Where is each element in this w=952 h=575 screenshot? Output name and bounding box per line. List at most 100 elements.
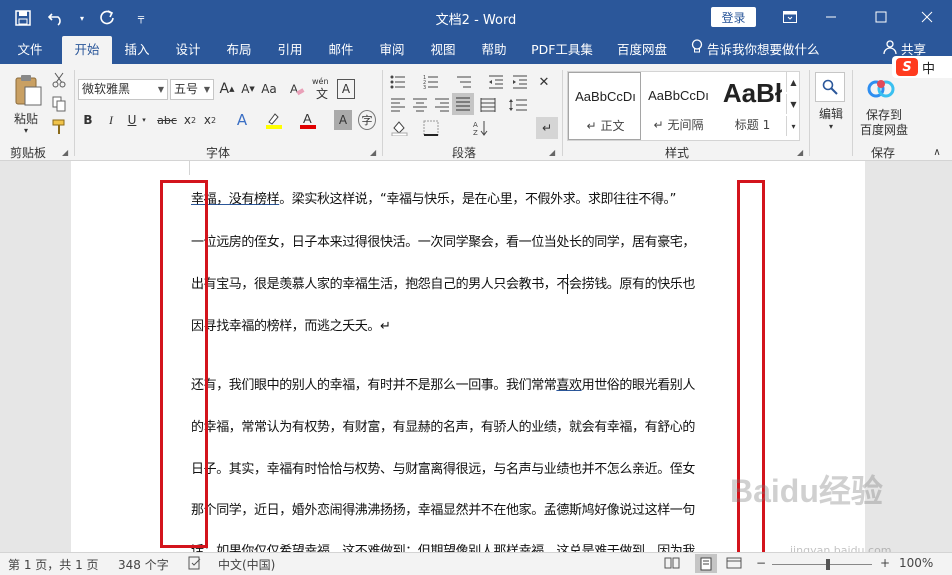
highlight-icon[interactable] bbox=[264, 110, 284, 130]
styles-scroll-up-icon[interactable]: ▲ bbox=[786, 72, 800, 92]
undo-icon[interactable] bbox=[42, 6, 72, 30]
font-name-combo[interactable]: 微软雅黑 ▼ bbox=[78, 79, 168, 100]
web-layout-icon[interactable] bbox=[726, 556, 742, 573]
tab-view[interactable]: 视图 bbox=[420, 36, 466, 64]
vertical-scrollbar[interactable] bbox=[935, 161, 952, 552]
zoom-slider-thumb[interactable] bbox=[826, 559, 830, 570]
borders-icon[interactable] bbox=[420, 118, 442, 138]
text-line[interactable]: 幸福，没有榜样。梁实秋这样说，“幸福与快乐，是在心里，不假外求。求即往往不得。” bbox=[191, 191, 747, 209]
paste-icon[interactable] bbox=[8, 68, 48, 112]
editing-label[interactable]: 编辑 bbox=[814, 105, 848, 121]
ime-indicator[interactable]: S 中 bbox=[892, 56, 952, 78]
character-border-button[interactable]: A bbox=[337, 79, 355, 99]
text-effects-icon[interactable]: A bbox=[232, 110, 252, 130]
decrease-indent-icon[interactable] bbox=[486, 72, 506, 92]
strikethrough-button[interactable]: abc bbox=[156, 110, 178, 130]
underline-button[interactable]: U bbox=[124, 110, 140, 130]
page-count[interactable]: 第 1 页，共 1 页 bbox=[8, 556, 99, 573]
subscript-button[interactable]: x2 bbox=[182, 110, 198, 130]
search-icon[interactable] bbox=[815, 72, 845, 102]
chinese-layout-icon[interactable]: ✕ bbox=[534, 72, 554, 92]
tab-home[interactable]: 开始 bbox=[62, 36, 112, 64]
font-size-combo[interactable]: 五号 ▼ bbox=[170, 79, 214, 100]
read-mode-icon[interactable] bbox=[664, 556, 680, 573]
tell-me-search[interactable]: 告诉我你想要做什么 bbox=[691, 36, 820, 64]
ribbon-display-icon[interactable] bbox=[767, 0, 813, 34]
tab-references[interactable]: 引用 bbox=[267, 36, 313, 64]
font-color-icon[interactable]: A bbox=[298, 110, 318, 130]
format-painter-icon[interactable] bbox=[48, 117, 70, 137]
login-button[interactable]: 登录 bbox=[711, 7, 756, 27]
bold-button[interactable]: B bbox=[80, 110, 96, 130]
language-indicator[interactable]: 中文(中国) bbox=[218, 556, 275, 573]
text-line[interactable]: 那个同学，近日，婚外恋闹得沸沸扬扬，幸福显然并不在他家。孟德斯鸠好像说过这样一句 bbox=[191, 502, 747, 520]
numbering-icon[interactable]: 123 bbox=[421, 72, 441, 92]
clear-format-icon[interactable]: A bbox=[288, 79, 306, 99]
align-center-icon[interactable] bbox=[410, 95, 430, 115]
text-line[interactable]: 因寻找幸福的榜样，而逃之夭夭。↵ bbox=[191, 318, 747, 336]
sort-icon[interactable]: AZ bbox=[470, 118, 492, 138]
character-shading-button[interactable]: A bbox=[334, 110, 352, 130]
chevron-down-icon[interactable]: ▾ bbox=[8, 124, 44, 136]
customize-icon[interactable]: ╤ bbox=[126, 6, 156, 30]
maximize-icon[interactable] bbox=[858, 0, 904, 34]
zoom-out-button[interactable]: − bbox=[756, 556, 766, 570]
cut-icon[interactable] bbox=[48, 70, 70, 90]
change-case-icon[interactable]: Aa bbox=[260, 79, 278, 99]
text-line[interactable]: 一位远房的侄女，日子本来过得很快活。一次同学聚会，看一位当处长的同学，居有豪宅， bbox=[191, 234, 747, 252]
tab-pdf-tools[interactable]: PDF工具集 bbox=[526, 36, 598, 64]
style-no-spacing[interactable]: AaBbCcDı ↵ 无间隔 bbox=[642, 72, 715, 140]
redo-icon[interactable] bbox=[92, 6, 122, 30]
chevron-down-icon[interactable]: ▾ bbox=[76, 6, 88, 30]
baidu-netdisk-icon[interactable] bbox=[866, 76, 896, 102]
grow-font-icon[interactable]: A ▲ bbox=[218, 79, 236, 99]
bullets-icon[interactable] bbox=[388, 72, 408, 92]
tab-mailings[interactable]: 邮件 bbox=[318, 36, 364, 64]
text-line[interactable]: 话：如果你仅仅希望幸福，这不难做到；但期望像别人那样幸福，这总是难于做到，因为我 bbox=[191, 543, 747, 552]
line-spacing-icon[interactable] bbox=[506, 95, 530, 115]
close-icon[interactable] bbox=[904, 0, 950, 34]
text-line[interactable]: 出有宝马，很是羡慕人家的幸福生活，抱怨自己的男人只会教书，不会捞钱。原有的快乐也 bbox=[191, 276, 747, 294]
clipboard-launcher-icon[interactable]: ◢ bbox=[62, 148, 68, 157]
copy-icon[interactable] bbox=[48, 94, 70, 114]
styles-more-icon[interactable]: ▾ bbox=[786, 116, 800, 136]
chevron-down-icon[interactable]: ▾ bbox=[814, 120, 848, 132]
align-right-icon[interactable] bbox=[432, 95, 452, 115]
tab-help[interactable]: 帮助 bbox=[471, 36, 517, 64]
styles-scroll-down-icon[interactable]: ▼ bbox=[786, 94, 800, 114]
zoom-in-button[interactable]: + bbox=[880, 556, 890, 570]
distributed-icon[interactable] bbox=[478, 95, 498, 115]
align-left-icon[interactable] bbox=[388, 95, 408, 115]
font-launcher-icon[interactable]: ◢ bbox=[370, 148, 376, 157]
show-marks-icon[interactable]: ↵ bbox=[536, 117, 558, 139]
tab-insert[interactable]: 插入 bbox=[114, 36, 160, 64]
shrink-font-icon[interactable]: A ▼ bbox=[239, 79, 257, 99]
print-layout-icon[interactable] bbox=[695, 554, 717, 573]
text-line[interactable]: 的幸福，常常认为有权势，有财富，有显赫的名声，有骄人的业绩，就会有幸福，有舒心的 bbox=[191, 419, 747, 437]
proofing-icon[interactable] bbox=[188, 556, 202, 573]
shading-icon[interactable] bbox=[388, 118, 412, 138]
minimize-icon[interactable] bbox=[808, 0, 854, 34]
increase-indent-icon[interactable] bbox=[510, 72, 530, 92]
italic-button[interactable]: I bbox=[103, 110, 119, 130]
save-to-netdisk-label-2[interactable]: 百度网盘 bbox=[856, 121, 912, 137]
tab-design[interactable]: 设计 bbox=[165, 36, 211, 64]
style-normal[interactable]: AaBbCcDı ↵ 正文 bbox=[568, 72, 641, 140]
chevron-down-icon[interactable]: ▾ bbox=[140, 110, 148, 130]
tab-file[interactable]: 文件 bbox=[6, 36, 54, 64]
save-icon[interactable] bbox=[8, 6, 38, 30]
multilevel-list-icon[interactable] bbox=[454, 72, 474, 92]
style-heading-1[interactable]: AaBł 标题 1 bbox=[716, 72, 789, 140]
word-count[interactable]: 348 个字 bbox=[118, 556, 169, 573]
collapse-ribbon-icon[interactable]: ∧ bbox=[930, 146, 944, 158]
text-line[interactable]: 日子。其实，幸福有时恰恰与权势、与财富离得很远，与名声与业绩也并不怎么亲近。侄女 bbox=[191, 461, 747, 479]
styles-launcher-icon[interactable]: ◢ bbox=[797, 148, 803, 157]
paragraph-launcher-icon[interactable]: ◢ bbox=[549, 148, 555, 157]
pinyin-guide-button[interactable]: wén 文 bbox=[312, 77, 332, 101]
text-line[interactable]: 还有，我们眼中的别人的幸福，有时并不是那么一回事。我们常常喜欢用世俗的眼光看别人 bbox=[191, 377, 747, 395]
justify-icon[interactable] bbox=[452, 93, 474, 115]
tab-baidu-netdisk[interactable]: 百度网盘 bbox=[610, 36, 674, 64]
enclose-characters-button[interactable]: 字 bbox=[358, 110, 376, 130]
tab-review[interactable]: 审阅 bbox=[369, 36, 415, 64]
tab-layout[interactable]: 布局 bbox=[216, 36, 262, 64]
